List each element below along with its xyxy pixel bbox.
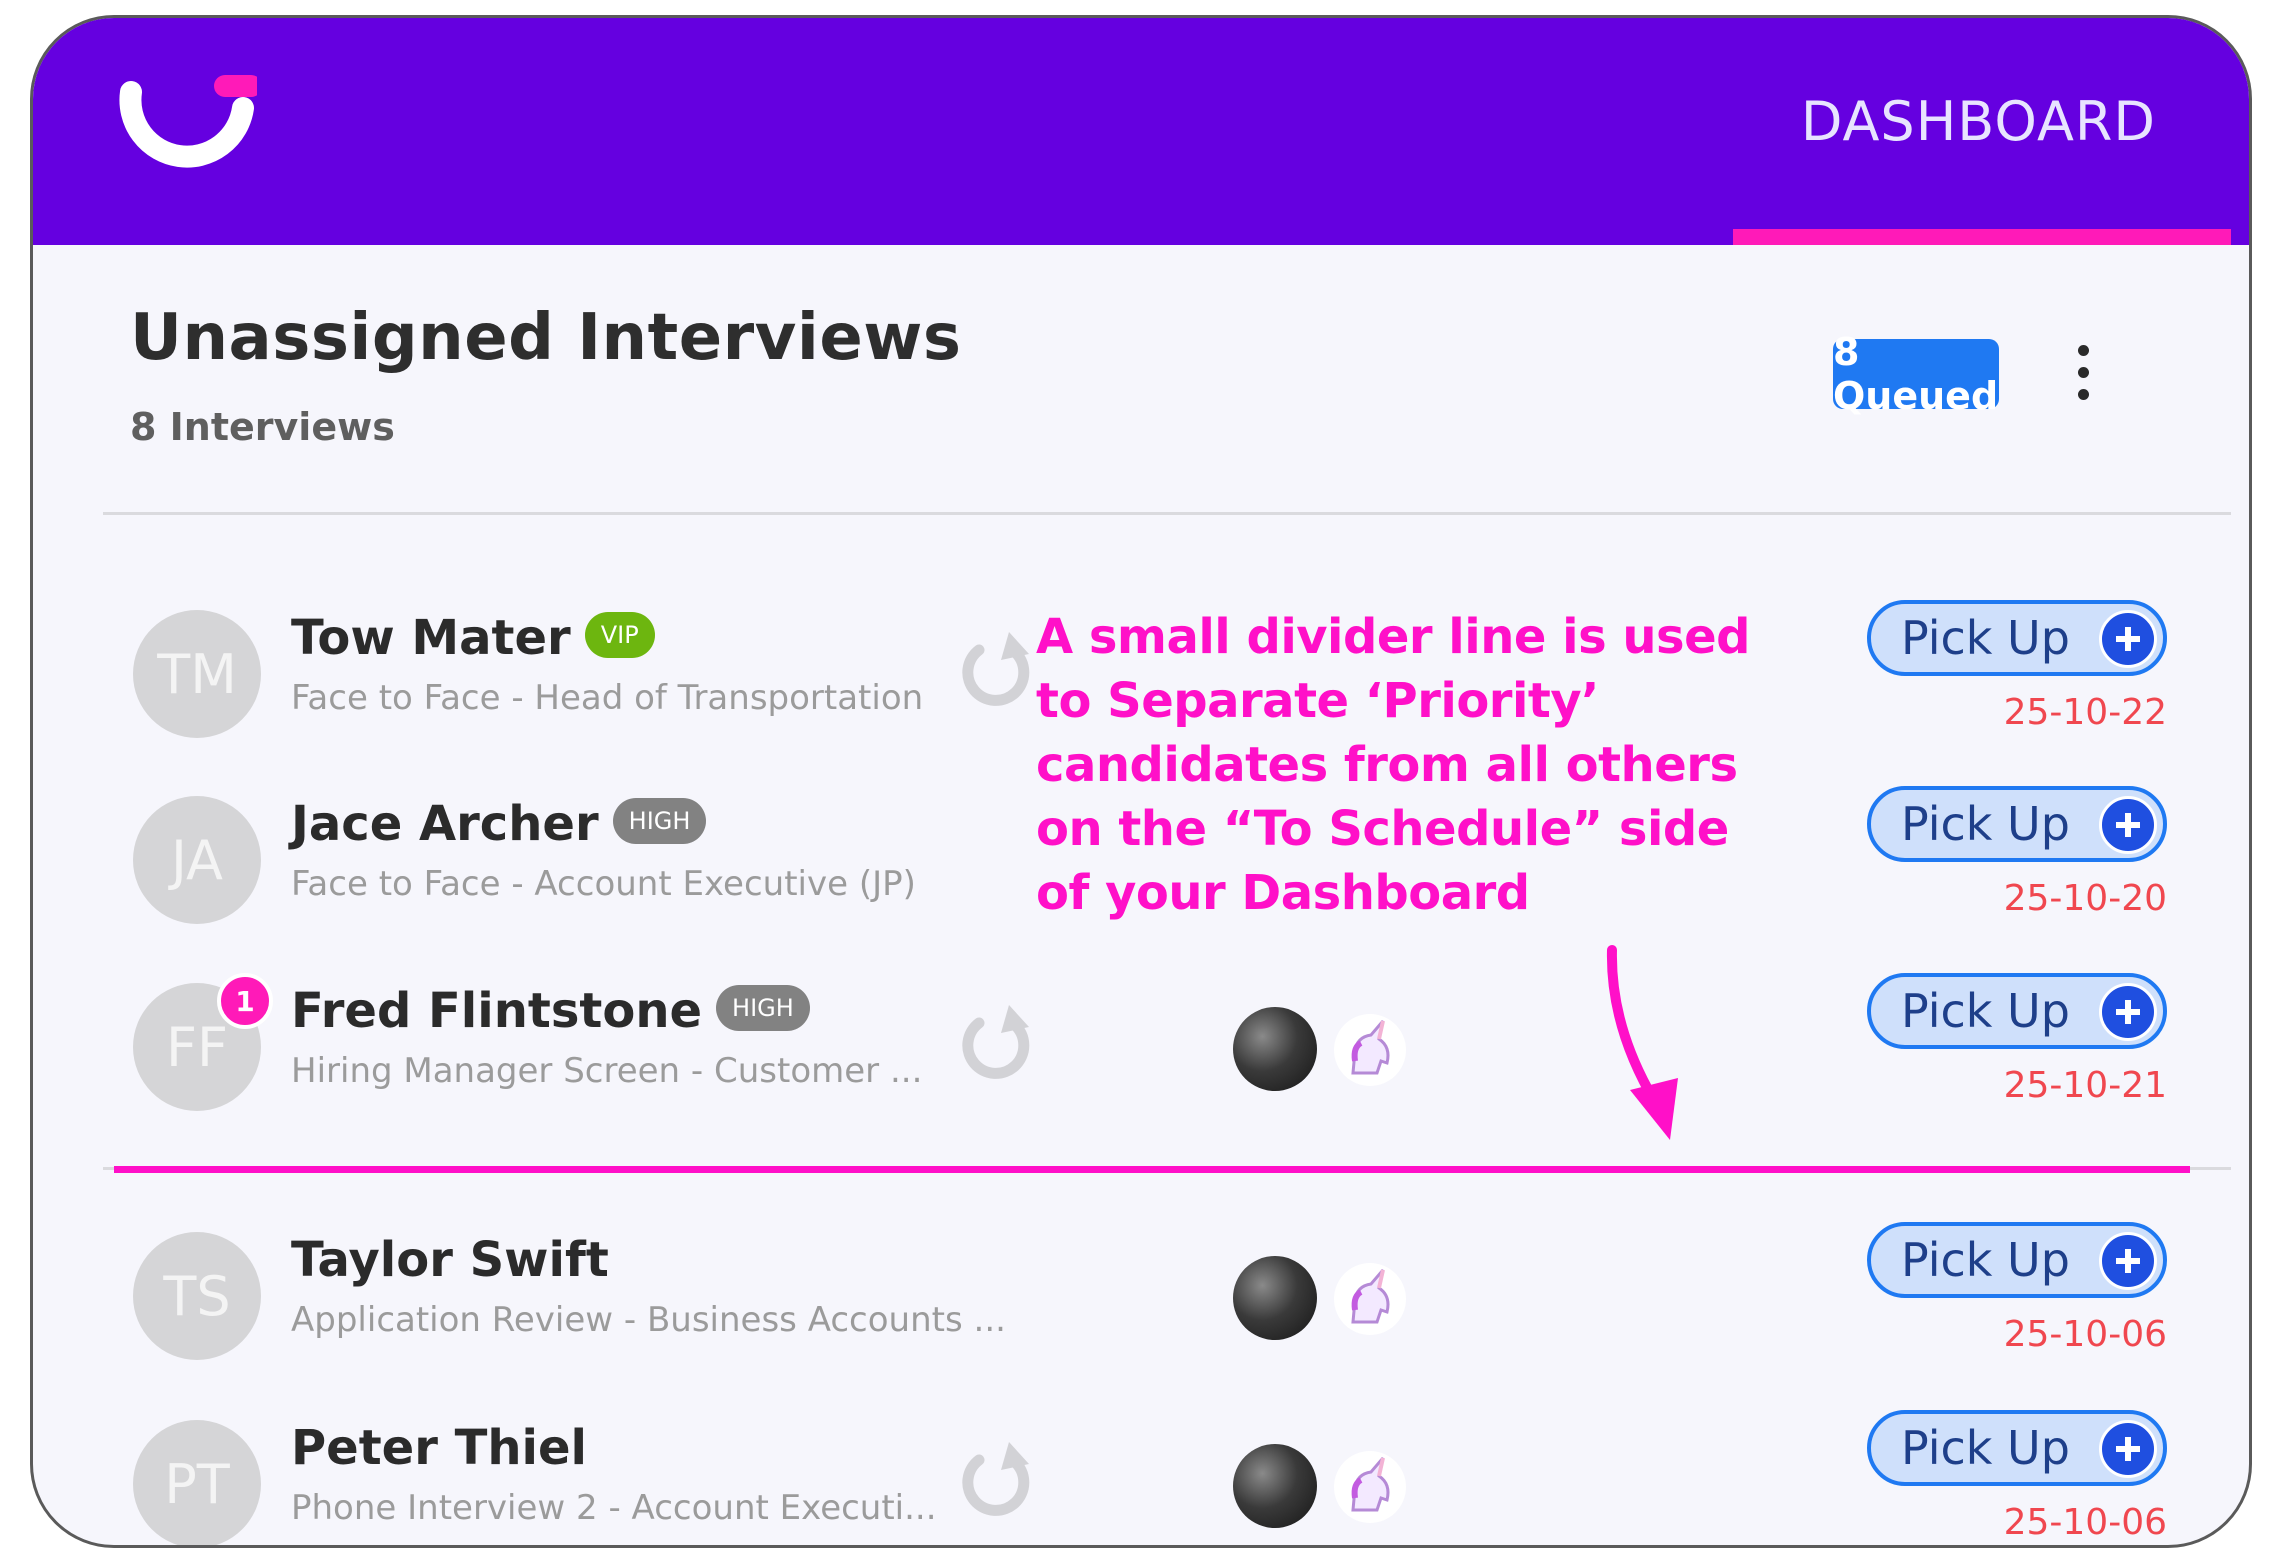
pick-up-button[interactable]: Pick Up <box>1867 600 2167 676</box>
interview-row[interactable]: TS Taylor Swift Application Review - Bus… <box>33 1222 2249 1362</box>
interview-detail: Application Review - Business Accounts .… <box>291 1300 1006 1340</box>
priority-badge: HIGH <box>716 985 810 1031</box>
candidate-name: Jace Archer <box>291 796 599 852</box>
interview-date: 25-10-06 <box>2003 1502 2167 1543</box>
interview-date: 25-10-21 <box>2003 1065 2167 1106</box>
priority-divider-line <box>114 1166 2190 1173</box>
plus-icon <box>2099 1420 2157 1478</box>
annotation-callout: A small divider line is used to Separate… <box>1036 609 1751 921</box>
notification-badge: 1 <box>217 973 273 1029</box>
interview-detail: Hiring Manager Screen - Customer ... <box>291 1051 923 1091</box>
interview-detail: Phone Interview 2 - Account Executi... <box>291 1488 937 1528</box>
candidate-name: Tow Mater <box>291 610 571 666</box>
candidate-name-block: Peter Thiel <box>291 1420 587 1476</box>
candidate-avatar: PT <box>133 1420 261 1545</box>
candidate-name: Fred Flintstone <box>291 983 703 1039</box>
annotation-arrow-icon <box>1606 945 1678 1140</box>
interview-row[interactable]: FF 1 Fred Flintstone HIGH Hiring Manager … <box>33 973 2249 1113</box>
redo-icon[interactable] <box>953 995 1043 1085</box>
nav-tab-label: DASHBOARD <box>1800 90 2156 153</box>
pick-up-button[interactable]: Pick Up <box>1867 1222 2167 1298</box>
nav-tab-dashboard[interactable]: DASHBOARD <box>1733 18 2249 245</box>
interview-date: 25-10-20 <box>2003 878 2167 919</box>
panel-title: Unassigned Interviews <box>130 301 962 375</box>
candidate-name-block: Tow Mater VIP <box>291 610 655 666</box>
candidate-name: Taylor Swift <box>291 1232 609 1288</box>
pick-up-button[interactable]: Pick Up <box>1867 786 2167 862</box>
redo-icon[interactable] <box>953 1432 1043 1522</box>
interview-detail: Face to Face - Account Executive (JP) <box>291 864 916 904</box>
active-tab-indicator <box>1733 229 2231 245</box>
candidate-name-block: Jace Archer HIGH <box>291 796 707 852</box>
top-bar: DASHBOARD <box>33 18 2249 245</box>
pick-up-label: Pick Up <box>1901 984 2070 1038</box>
interview-detail: Face to Face - Head of Transportation <box>291 678 924 718</box>
interviewer-avatar[interactable] <box>1233 1256 1317 1340</box>
pick-up-label: Pick Up <box>1901 611 2070 665</box>
interview-row[interactable]: PT Peter Thiel Phone Interview 2 - Accou… <box>33 1410 2249 1545</box>
interview-date: 25-10-22 <box>2003 692 2167 733</box>
pick-up-label: Pick Up <box>1901 1233 2070 1287</box>
interview-date: 25-10-06 <box>2003 1314 2167 1355</box>
interviewer-avatar[interactable] <box>1233 1444 1317 1528</box>
candidate-avatar: TS <box>133 1232 261 1360</box>
candidate-avatar: TM <box>133 610 261 738</box>
queued-badge[interactable]: 8 Queued <box>1833 330 1999 418</box>
candidate-avatar: JA <box>133 796 261 924</box>
header-divider <box>103 512 2231 515</box>
app-logo[interactable] <box>117 70 257 190</box>
candidate-name: Peter Thiel <box>291 1420 587 1476</box>
more-options-icon[interactable] <box>2071 345 2095 411</box>
unicorn-icon[interactable] <box>1333 1450 1407 1524</box>
candidate-name-block: Fred Flintstone HIGH <box>291 983 810 1039</box>
panel-subtitle: 8 Interviews <box>130 405 395 449</box>
plus-icon <box>2099 796 2157 854</box>
plus-icon <box>2099 983 2157 1041</box>
plus-icon <box>2099 610 2157 668</box>
pick-up-button[interactable]: Pick Up <box>1867 973 2167 1049</box>
plus-icon <box>2099 1232 2157 1290</box>
pick-up-label: Pick Up <box>1901 797 2070 851</box>
priority-badge: HIGH <box>612 798 707 844</box>
candidate-name-block: Taylor Swift <box>291 1232 609 1288</box>
interviewer-avatar[interactable] <box>1233 1007 1317 1091</box>
priority-badge: VIP <box>584 612 655 658</box>
redo-icon[interactable] <box>953 622 1043 712</box>
pick-up-button[interactable]: Pick Up <box>1867 1410 2167 1486</box>
unicorn-icon[interactable] <box>1333 1262 1407 1336</box>
unicorn-icon[interactable] <box>1333 1013 1407 1087</box>
pick-up-label: Pick Up <box>1901 1421 2070 1475</box>
